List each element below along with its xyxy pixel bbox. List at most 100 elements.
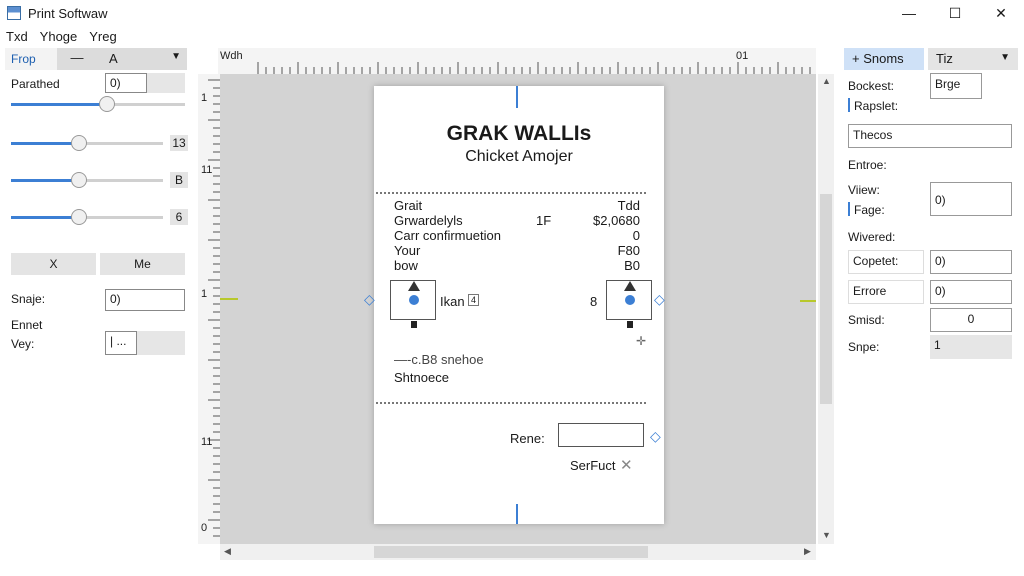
scroll-down-icon[interactable]: ▼	[822, 530, 831, 540]
line-right[interactable]: B0	[624, 258, 640, 273]
x-button[interactable]: X	[11, 253, 96, 275]
maximize-button[interactable]: ☐	[932, 0, 978, 26]
slider-thumb[interactable]	[98, 96, 115, 112]
copetet-label-box: Copetet:	[848, 250, 924, 274]
close-icon[interactable]: ✕	[620, 456, 633, 474]
anchor-dot-icon[interactable]	[625, 295, 635, 305]
vertical-scroll-thumb[interactable]	[820, 194, 832, 404]
foot-line-1[interactable]: —-c.B8 snehoe	[394, 352, 484, 367]
menu-item-txd[interactable]: Txd	[0, 29, 34, 44]
horizontal-scrollbar[interactable]: ◀ ▶	[220, 544, 816, 560]
guide-vertical-top[interactable]	[516, 86, 518, 108]
line-left[interactable]: Your	[394, 243, 420, 258]
tab-frop[interactable]: Frop	[5, 48, 57, 70]
serfuct-label[interactable]: SerFuct	[570, 458, 616, 473]
line-left[interactable]: Carr confirmuetion	[394, 228, 501, 243]
slider-2[interactable]	[11, 134, 163, 152]
tab-snoms[interactable]: + Snoms	[844, 48, 924, 70]
slider-thumb[interactable]	[71, 209, 88, 225]
dotted-divider	[376, 192, 646, 194]
menu-item-yhoge[interactable]: Yhoge	[34, 29, 84, 44]
vey-input-extension[interactable]	[137, 331, 185, 355]
rene-input[interactable]	[558, 423, 644, 447]
anchor-dot-icon[interactable]	[409, 295, 419, 305]
minimize-button[interactable]: —	[886, 0, 932, 26]
handle-box-left[interactable]	[390, 280, 436, 328]
shape-input[interactable]: 0)	[105, 289, 185, 311]
title-bar: Print Softwaw — ☐ ✕	[0, 0, 1024, 26]
receipt-subtitle[interactable]: Chicket Amojer	[374, 148, 664, 166]
down-stem-icon	[627, 321, 633, 328]
line-right[interactable]: 0	[633, 228, 640, 243]
accent-bar	[848, 98, 850, 112]
close-button[interactable]: ✕	[978, 0, 1024, 26]
tab-dash[interactable]: —	[57, 48, 97, 70]
scroll-up-icon[interactable]: ▲	[822, 76, 831, 86]
me-button[interactable]: Me	[100, 253, 185, 275]
tab-tiz-label: Tiz	[936, 51, 953, 66]
entroe-label: Entroe:	[848, 158, 887, 172]
guide-horizontal-left[interactable]	[220, 298, 238, 300]
slider-4-value: 6	[170, 209, 188, 225]
slider-thumb[interactable]	[71, 135, 88, 151]
line-mid[interactable]: 1F	[536, 213, 551, 228]
slider-3[interactable]	[11, 171, 163, 189]
fage-input[interactable]: 0)	[930, 182, 1012, 216]
handle-box-right[interactable]	[606, 280, 652, 328]
fage-label: Fage:	[854, 203, 885, 217]
accent-bar	[848, 202, 850, 216]
ruler-top-label-right: 01	[736, 50, 749, 62]
handle-left-label[interactable]: Ikan	[440, 294, 465, 309]
ruler-left-ticks	[208, 79, 220, 537]
ruler-top: Wdh 01	[218, 48, 816, 74]
ruler-top-label-left: Wdh	[220, 50, 243, 62]
bockest-input[interactable]: Brge	[930, 73, 982, 99]
workspace[interactable]: GRAK WALLIs Chicket Amojer Grait Tdd Grw…	[220, 74, 816, 544]
thecos-input[interactable]: Thecos	[848, 124, 1012, 148]
ennet-label: Ennet	[11, 318, 43, 332]
param-input[interactable]: 0)	[105, 73, 147, 93]
app-icon	[7, 6, 21, 20]
copetet-input[interactable]: 0)	[930, 250, 1012, 274]
resize-arrow-icon[interactable]: ◇	[364, 291, 375, 308]
param-input-spinner[interactable]	[147, 73, 185, 93]
smisd-label: Smisd:	[848, 313, 885, 327]
crosshair-icon: ✛	[636, 334, 647, 348]
foot-line-2[interactable]: Shtnoece	[394, 370, 449, 385]
ruler-left-mark: 11	[201, 436, 213, 448]
vertical-scrollbar[interactable]: ▲ ▼	[818, 74, 834, 544]
resize-arrow-icon[interactable]: ◇	[650, 428, 661, 445]
vey-input[interactable]: | ...	[105, 331, 137, 355]
view-label: Viiew:	[848, 183, 880, 197]
down-stem-icon	[411, 321, 417, 328]
line-left[interactable]: Grait	[394, 198, 422, 213]
slider-4[interactable]	[11, 208, 163, 226]
receipt-title[interactable]: GRAK WALLIs	[374, 122, 664, 146]
ruler-left: 1 11 1 11 0	[198, 74, 220, 544]
slider-1[interactable]	[11, 95, 185, 113]
handle-left-small-box[interactable]: 4	[468, 294, 480, 306]
receipt-page[interactable]: GRAK WALLIs Chicket Amojer Grait Tdd Grw…	[364, 86, 665, 524]
scroll-right-icon[interactable]: ▶	[804, 546, 811, 557]
menu-item-yreg[interactable]: Yreg	[83, 29, 122, 44]
errore-label-box: Errore	[848, 280, 924, 304]
guide-vertical-bottom[interactable]	[516, 504, 518, 524]
slider-thumb[interactable]	[71, 172, 88, 188]
rene-label: Rene:	[510, 431, 545, 446]
scroll-left-icon[interactable]: ◀	[224, 546, 231, 557]
tab-tiz-dropdown[interactable]: Tiz ▼	[928, 48, 1018, 70]
line-right[interactable]: F80	[618, 243, 640, 258]
line-left[interactable]: bow	[394, 258, 418, 273]
handle-right-label[interactable]: 8	[590, 294, 597, 309]
horizontal-scroll-thumb[interactable]	[374, 546, 648, 558]
tab-dropdown[interactable]: A ▼	[97, 48, 187, 70]
line-left[interactable]: Grwardelyls	[394, 213, 463, 228]
guide-horizontal-right[interactable]	[800, 300, 816, 302]
slider-3-value: B	[170, 172, 188, 188]
resize-arrow-icon[interactable]: ◇	[654, 291, 665, 308]
errore-input[interactable]: 0)	[930, 280, 1012, 304]
smisd-input[interactable]: 0	[930, 308, 1012, 332]
snpe-input[interactable]: 1	[930, 335, 1012, 359]
line-right[interactable]: $2,0680	[593, 213, 640, 228]
line-right[interactable]: Tdd	[618, 198, 640, 213]
